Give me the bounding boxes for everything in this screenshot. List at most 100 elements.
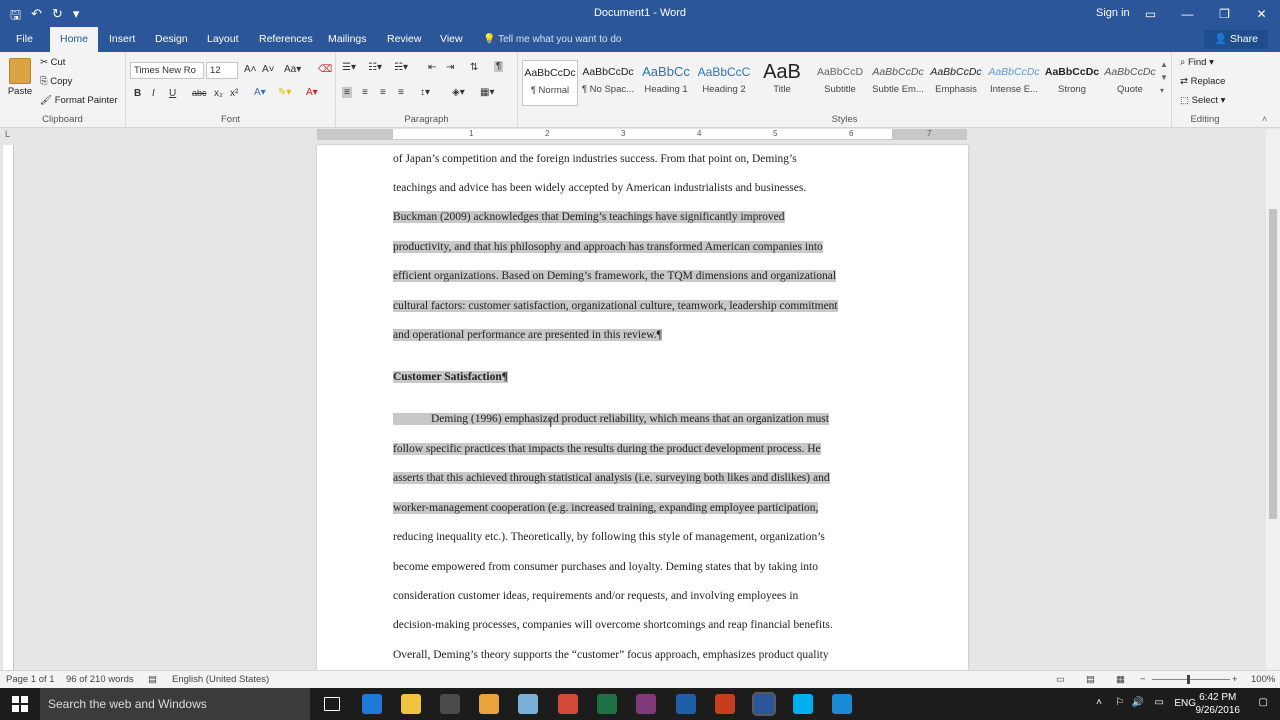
style-intense-emphasis[interactable]: AaBbCcDc Intense E... xyxy=(986,60,1042,106)
word-icon[interactable] xyxy=(752,692,776,716)
store-icon[interactable] xyxy=(440,694,460,714)
tab-selector-icon[interactable]: L xyxy=(5,129,10,139)
document-page[interactable]: of Japan’s competition and the foreign i… xyxy=(317,145,968,670)
copy-button[interactable]: ⎘ Copy xyxy=(40,76,72,87)
share-button[interactable]: 👤 Share xyxy=(1203,30,1268,49)
language-indicator[interactable]: ENG xyxy=(1174,698,1196,709)
page-count[interactable]: Page 1 of 1 xyxy=(6,674,55,685)
outlook-icon[interactable] xyxy=(676,694,696,714)
tab-insert[interactable]: Insert xyxy=(101,27,143,52)
font-name-box[interactable]: Times New Ro xyxy=(130,62,204,79)
edge-icon[interactable] xyxy=(362,694,382,714)
replace-button[interactable]: ⇄ Replace xyxy=(1180,76,1225,87)
select-button[interactable]: ⬚ Select ▾ xyxy=(1180,95,1225,106)
style-strong[interactable]: AaBbCcDc Strong xyxy=(1044,60,1100,106)
tab-mailings[interactable]: Mailings xyxy=(320,27,375,52)
word-count[interactable]: 96 of 210 words xyxy=(66,674,134,685)
paint-icon[interactable] xyxy=(518,694,538,714)
battery-icon[interactable]: ▭ xyxy=(1155,697,1164,708)
start-button[interactable] xyxy=(0,688,40,720)
restore-button[interactable]: ❐ xyxy=(1206,0,1243,27)
zoom-out-button[interactable]: − xyxy=(1140,674,1146,685)
tab-view[interactable]: View xyxy=(432,27,471,52)
style-no-spacing[interactable]: AaBbCcDc ¶ No Spac... xyxy=(580,60,636,106)
style-title[interactable]: AaB Title xyxy=(754,60,810,106)
style-heading-1[interactable]: AaBbCc Heading 1 xyxy=(638,60,694,106)
camera-icon[interactable] xyxy=(832,694,852,714)
bold-button[interactable]: B xyxy=(134,88,141,99)
minimize-button[interactable]: — xyxy=(1169,0,1206,27)
zoom-slider[interactable] xyxy=(1152,679,1230,680)
subscript-button[interactable]: x₂ xyxy=(214,88,223,99)
notifications-icon[interactable]: ▢ xyxy=(1259,697,1268,708)
style-quote[interactable]: AaBbCcDc Quote xyxy=(1102,60,1158,106)
bullets-icon[interactable]: ☰▾ xyxy=(342,62,356,73)
horizontal-ruler[interactable]: 1 2 3 4 5 6 7 xyxy=(317,129,967,140)
volume-icon[interactable]: 🔊 xyxy=(1132,697,1144,708)
styles-scroll-icon[interactable]: ▲ ▼ ▾ xyxy=(1160,58,1168,97)
web-layout-icon[interactable]: ▦ xyxy=(1116,674,1125,685)
justify-icon[interactable]: ≡ xyxy=(398,87,404,98)
increase-indent-icon[interactable]: ⇥ xyxy=(446,62,454,73)
align-right-icon[interactable]: ≡ xyxy=(380,87,386,98)
underline-button[interactable]: U xyxy=(169,88,176,99)
excel-icon[interactable] xyxy=(597,694,617,714)
format-painter-button[interactable]: 🖌 Format Painter xyxy=(40,95,118,106)
onenote-icon[interactable] xyxy=(636,694,656,714)
task-view-icon[interactable] xyxy=(324,697,340,711)
find-button[interactable]: ⌕ Find ▾ xyxy=(1180,57,1214,68)
numbering-icon[interactable]: ☷▾ xyxy=(368,62,382,73)
tell-me-box[interactable]: 💡 Tell me what you want to do xyxy=(483,27,621,52)
style-heading-2[interactable]: AaBbCcC Heading 2 xyxy=(696,60,752,106)
grow-font-icon[interactable]: A˄ xyxy=(244,64,257,75)
style-normal[interactable]: AaBbCcDc ¶ Normal xyxy=(522,60,578,106)
decrease-indent-icon[interactable]: ⇤ xyxy=(428,62,436,73)
tab-references[interactable]: References xyxy=(251,27,321,52)
sort-icon[interactable]: ⇅ xyxy=(470,62,478,73)
tray-chevron-icon[interactable]: ˄ xyxy=(1096,697,1102,708)
taskbar-search[interactable]: Search the web and Windows xyxy=(40,688,310,720)
borders-icon[interactable]: ▦▾ xyxy=(480,87,494,98)
language-status[interactable]: English (United States) xyxy=(172,674,269,685)
style-subtle-emphasis[interactable]: AaBbCcDc Subtle Em... xyxy=(870,60,926,106)
tab-file[interactable]: File xyxy=(8,27,41,52)
line-spacing-icon[interactable]: ↕▾ xyxy=(420,87,430,98)
align-center-icon[interactable]: ≡ xyxy=(362,87,368,98)
scrollbar-thumb[interactable] xyxy=(1269,209,1277,519)
powerpoint-icon[interactable] xyxy=(715,694,735,714)
clear-formatting-icon[interactable]: ⌫ xyxy=(318,64,332,75)
highlight-icon[interactable]: ✎▾ xyxy=(278,87,291,98)
tab-review[interactable]: Review xyxy=(379,27,429,52)
zoom-in-button[interactable]: + xyxy=(1232,674,1238,685)
proofing-icon[interactable]: ▤ xyxy=(148,674,157,685)
network-icon[interactable]: ⚐ xyxy=(1115,697,1124,708)
style-subtitle[interactable]: AaBbCcD Subtitle xyxy=(812,60,868,106)
skype-icon[interactable] xyxy=(793,694,813,714)
cut-button[interactable]: ✂ Cut xyxy=(40,57,65,68)
superscript-button[interactable]: x² xyxy=(230,88,238,99)
text-effects-icon[interactable]: A▾ xyxy=(254,87,266,98)
zoom-level[interactable]: 100% xyxy=(1251,674,1275,685)
zoom-slider-thumb[interactable] xyxy=(1187,675,1190,684)
tab-layout[interactable]: Layout xyxy=(199,27,247,52)
chrome-icon[interactable] xyxy=(558,694,578,714)
print-layout-icon[interactable]: ▤ xyxy=(1086,674,1095,685)
close-button[interactable]: ✕ xyxy=(1243,0,1280,27)
change-case-icon[interactable]: Aa▾ xyxy=(284,64,301,75)
style-emphasis[interactable]: AaBbCcDc Emphasis xyxy=(928,60,984,106)
file-explorer-icon[interactable] xyxy=(401,694,421,714)
font-size-box[interactable]: 12 xyxy=(206,62,238,79)
font-color-icon[interactable]: A▾ xyxy=(306,87,318,98)
shading-icon[interactable]: ◈▾ xyxy=(452,87,465,98)
read-mode-icon[interactable]: ▭ xyxy=(1056,674,1065,685)
ribbon-display-icon[interactable]: ▭ xyxy=(1132,0,1169,27)
tab-design[interactable]: Design xyxy=(147,27,196,52)
vertical-scrollbar[interactable] xyxy=(1266,129,1280,670)
paste-button[interactable]: Paste xyxy=(6,58,34,97)
align-left-icon[interactable]: ≡ xyxy=(342,87,352,98)
show-formatting-icon[interactable]: ¶ xyxy=(494,61,504,72)
tab-home[interactable]: Home xyxy=(50,27,98,52)
vertical-ruler[interactable] xyxy=(3,145,14,670)
multilevel-list-icon[interactable]: ☵▾ xyxy=(394,62,408,73)
italic-button[interactable]: I xyxy=(152,88,155,99)
